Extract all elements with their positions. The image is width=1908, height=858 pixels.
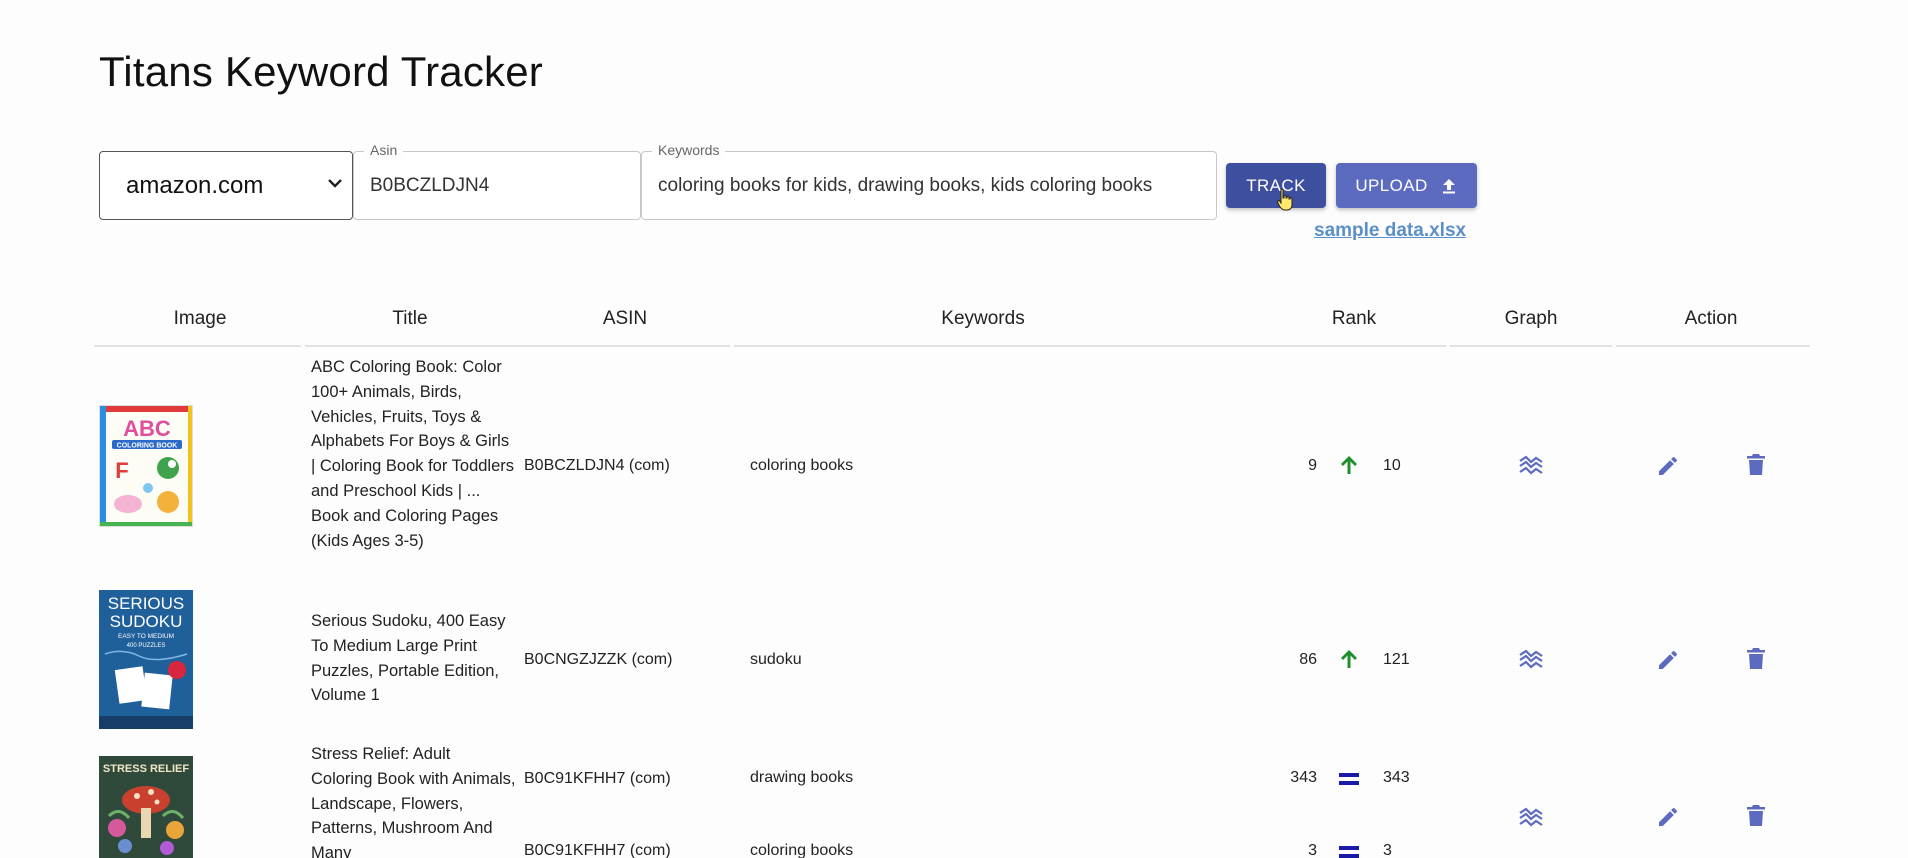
multiline-chart-icon[interactable] <box>1518 454 1544 476</box>
rank-current: 9 <box>1308 457 1317 474</box>
upload-button-label: UPLOAD <box>1355 175 1428 195</box>
arrow-up-icon <box>1338 648 1360 670</box>
cover-title: SERIOUS <box>108 594 185 613</box>
product-image: ABC COLORING BOOK F <box>99 405 193 527</box>
rank-current: 3 <box>1308 842 1317 858</box>
equals-icon <box>1338 844 1360 858</box>
keywords-field[interactable]: Keywords coloring books for kids, drawin… <box>641 142 1217 220</box>
rank-previous: 121 <box>1383 651 1410 668</box>
marketplace-select[interactable]: amazon.com <box>99 151 353 220</box>
product-title: Stress Relief: Adult Coloring Book with … <box>311 745 516 858</box>
rank-current: 343 <box>1290 769 1317 786</box>
pencil-icon[interactable] <box>1656 648 1680 672</box>
arrow-up-icon <box>1338 454 1360 476</box>
keyword-value: drawing books <box>750 769 854 786</box>
column-header-asin[interactable]: ASIN <box>585 308 665 330</box>
chevron-down-icon <box>328 179 342 188</box>
pencil-icon[interactable] <box>1656 454 1680 478</box>
keyword-value: sudoku <box>750 651 802 668</box>
asin-field[interactable]: Asin B0BCZLDJN4 <box>353 142 641 220</box>
asin-field-label: Asin <box>364 142 404 158</box>
product-asin: B0CNGZJZZK (com) <box>524 651 673 668</box>
cover-title: ABC <box>123 416 171 441</box>
keywords-input-value[interactable]: coloring books for kids, drawing books, … <box>658 175 1152 197</box>
hand-cursor-icon <box>1276 188 1293 211</box>
column-header-graph[interactable]: Graph <box>1491 308 1571 330</box>
rank-previous: 3 <box>1383 842 1392 858</box>
cover-tagline: EASY TO MEDIUM <box>118 633 174 640</box>
rank-previous: 343 <box>1383 769 1410 786</box>
sample-data-link[interactable]: sample data.xlsx <box>1314 220 1466 242</box>
rank-previous: 10 <box>1383 457 1401 474</box>
cover-title: STRESS RELIEF <box>103 763 189 775</box>
pencil-icon[interactable] <box>1656 805 1680 829</box>
product-asin: B0BCZLDJN4 (com) <box>524 457 670 474</box>
cover-count: 400 PUZZLES <box>127 643 166 649</box>
cover-subtitle: SUDOKU <box>110 612 183 631</box>
trash-icon[interactable] <box>1746 804 1766 828</box>
cover-subtitle: COLORING BOOK <box>117 443 178 450</box>
product-asin: B0C91KFHH7 (com) <box>524 842 671 858</box>
column-header-title[interactable]: Title <box>370 308 450 330</box>
column-header-action[interactable]: Action <box>1671 308 1751 330</box>
multiline-chart-icon[interactable] <box>1518 806 1544 828</box>
product-title: ABC Coloring Book: Color 100+ Animals, B… <box>311 358 515 550</box>
equals-icon <box>1338 771 1360 787</box>
keywords-field-label: Keywords <box>652 142 726 158</box>
upload-arrow-icon <box>1442 178 1455 193</box>
header-divider <box>94 345 1810 347</box>
upload-button[interactable]: UPLOAD <box>1336 163 1477 208</box>
column-header-rank[interactable]: Rank <box>1314 308 1394 330</box>
keyword-value: coloring books <box>750 842 854 858</box>
rank-current: 86 <box>1299 651 1317 668</box>
product-title: Serious Sudoku, 400 Easy To Medium Large… <box>311 612 506 705</box>
trash-icon[interactable] <box>1746 453 1766 477</box>
keyword-value: coloring books <box>750 457 854 474</box>
trash-icon[interactable] <box>1746 647 1766 671</box>
asin-input-value[interactable]: B0BCZLDJN4 <box>370 175 489 197</box>
multiline-chart-icon[interactable] <box>1518 648 1544 670</box>
page-title: Titans Keyword Tracker <box>99 48 543 95</box>
product-asin: B0C91KFHH7 (com) <box>524 770 671 787</box>
svg-text:F: F <box>115 458 128 483</box>
product-image: STRESS RELIEF <box>99 756 193 858</box>
marketplace-selected-value: amazon.com <box>126 171 264 199</box>
column-header-image[interactable]: Image <box>160 308 240 330</box>
column-header-keywords[interactable]: Keywords <box>923 308 1043 330</box>
product-image: SERIOUS SUDOKU EASY TO MEDIUM 400 PUZZLE… <box>99 590 193 729</box>
